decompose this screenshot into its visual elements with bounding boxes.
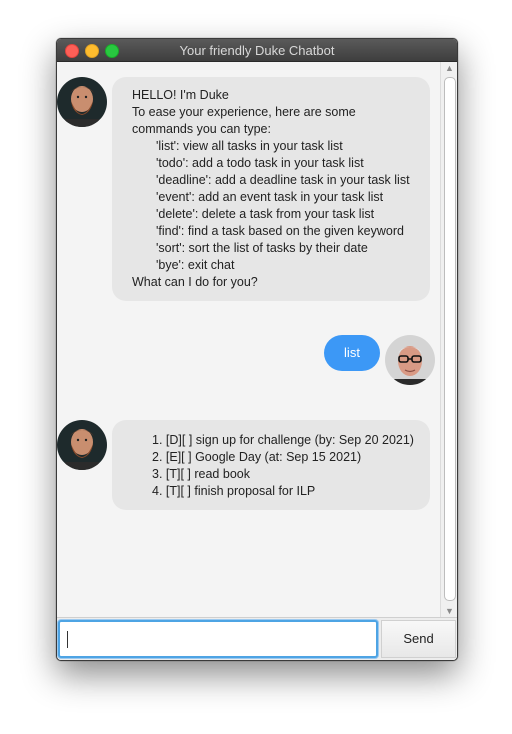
bot-avatar <box>57 77 107 127</box>
command-line-event: 'event': add an event task in your task … <box>156 190 384 204</box>
user-message-bubble: list <box>324 335 380 371</box>
message-input[interactable] <box>58 620 378 658</box>
user-avatar <box>385 335 435 385</box>
command-line-deadline: 'deadline': add a deadline task in your … <box>156 173 410 187</box>
window-title: Your friendly Duke Chatbot <box>179 43 335 58</box>
title-bar: Your friendly Duke Chatbot <box>57 39 457 62</box>
bearded-man-avatar-icon <box>57 420 107 470</box>
message-line: commands you can type: <box>132 122 271 136</box>
vertical-scrollbar[interactable]: ▲ ▼ <box>440 62 457 617</box>
text-caret <box>67 631 68 648</box>
command-line-list: 'list': view all tasks in your task list <box>156 139 343 153</box>
command-line-sort: 'sort': sort the list of tasks by their … <box>156 241 368 255</box>
chat-dialog-area[interactable]: HELLO! I'm Duke To ease your experience,… <box>57 62 440 617</box>
scrollbar-thumb[interactable] <box>444 77 456 601</box>
task-list-item: 2. [E][ ] Google Day (at: Sep 15 2021) <box>152 450 362 464</box>
bot-message-bubble: HELLO! I'm Duke To ease your experience,… <box>112 77 430 301</box>
scroll-down-arrow-icon[interactable]: ▼ <box>441 606 457 616</box>
bot-message-bubble: 1. [D][ ] sign up for challenge (by: Sep… <box>112 420 430 510</box>
task-list-item: 1. [D][ ] sign up for challenge (by: Sep… <box>152 433 414 447</box>
task-list-item: 4. [T][ ] finish proposal for ILP <box>152 484 316 498</box>
command-line-find: 'find': find a task based on the given k… <box>156 224 404 238</box>
chat-window: Your friendly Duke Chatbot HELLO! I'm Du… <box>56 38 458 661</box>
bearded-man-avatar-icon <box>57 77 107 127</box>
message-line: HELLO! I'm Duke <box>132 88 229 102</box>
input-bar: Send <box>57 617 457 660</box>
task-list-item: 3. [T][ ] read book <box>152 467 250 481</box>
command-line-delete: 'delete': delete a task from your task l… <box>156 207 375 221</box>
scroll-up-arrow-icon[interactable]: ▲ <box>441 63 457 73</box>
message-line: What can I do for you? <box>132 275 258 289</box>
bot-avatar <box>57 420 107 470</box>
send-button[interactable]: Send <box>381 620 456 658</box>
man-with-glasses-avatar-icon <box>385 335 435 385</box>
command-line-todo: 'todo': add a todo task in your task lis… <box>156 156 364 170</box>
command-line-bye: 'bye': exit chat <box>156 258 235 272</box>
message-line: To ease your experience, here are some <box>132 105 356 119</box>
